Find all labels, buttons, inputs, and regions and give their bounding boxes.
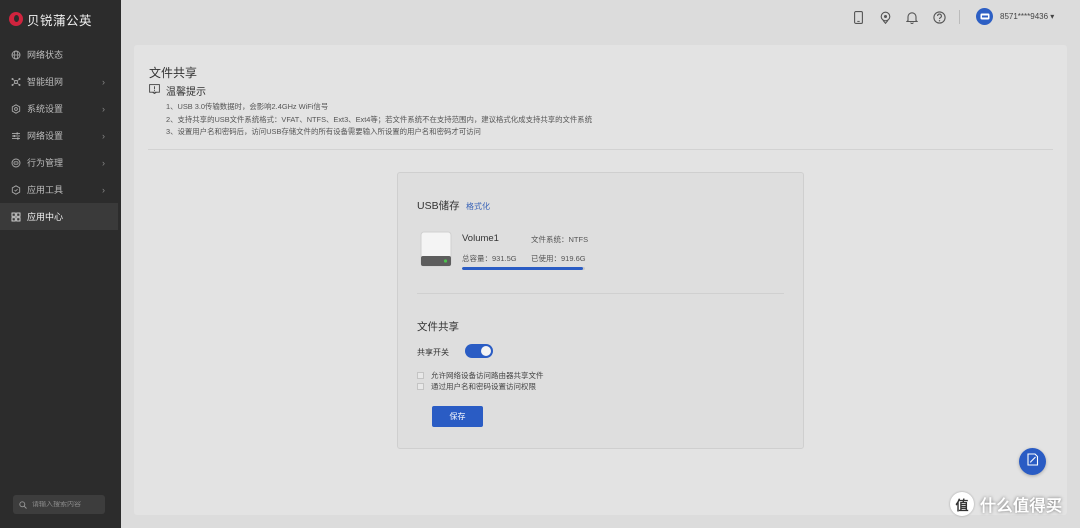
feedback-button[interactable] [1019, 448, 1046, 475]
sidebar-search[interactable] [13, 495, 105, 514]
chevron-right-icon: › [102, 77, 105, 87]
network-icon [11, 77, 21, 87]
username-dropdown[interactable]: 8571****9436 ▾ [1000, 12, 1054, 21]
help-icon[interactable] [932, 10, 946, 24]
tip-header: 温馨提示 [149, 83, 206, 98]
section-divider [148, 149, 1053, 150]
used-capacity: 已使用：919.6G [531, 254, 586, 263]
hard-drive-icon [420, 231, 452, 267]
topbar: 8571****9436 ▾ [121, 0, 1080, 34]
sidebar-item-label: 网络状态 [27, 50, 64, 60]
sidebar-item-system-settings[interactable]: 系统设置 › [0, 95, 118, 122]
option-label: 通过用户名和密码设置访问权限 [431, 382, 536, 391]
brand-name: 贝锐蒲公英 [27, 13, 93, 28]
sidebar-item-label: 智能组网 [27, 77, 64, 87]
save-button[interactable]: 保存 [432, 406, 483, 427]
sidebar-item-label: 系统设置 [27, 104, 64, 114]
page-title: 文件共享 [149, 66, 198, 80]
sidebar-item-label: 应用中心 [27, 212, 64, 222]
card-divider [417, 293, 784, 294]
sidebar-item-label: 应用工具 [27, 185, 64, 195]
watermark-logo: 值 [950, 492, 974, 516]
tip-title: 温馨提示 [166, 87, 206, 98]
chevron-right-icon: › [102, 158, 105, 168]
option-label: 允许网络设备访问路由器共享文件 [431, 371, 544, 380]
topbar-divider [959, 10, 960, 24]
volume-name: Volume1 [462, 233, 499, 244]
main-panel: 文件共享 温馨提示 1、USB 3.0传输数据时，会影响2.4GHz WiFi信… [134, 45, 1067, 515]
gear-icon [11, 103, 21, 114]
sidebar-nav: 网络状态 智能组网 › 系统设置 › 网络设置 › 行为管理 › 应用工具 › … [0, 41, 121, 230]
tip-list: 1、USB 3.0传输数据时，会影响2.4GHz WiFi信号 2、支持共享的U… [166, 101, 592, 139]
usb-storage-title: USB储存 [417, 200, 460, 212]
shield-icon [11, 184, 21, 195]
sidebar-item-smart-network[interactable]: 智能组网 › [0, 68, 118, 95]
chevron-right-icon: › [102, 131, 105, 141]
watermark-text: 什么值得买 [980, 498, 1063, 515]
toggle-knob [481, 346, 491, 356]
checkbox[interactable] [417, 372, 424, 379]
avatar[interactable] [976, 8, 993, 25]
behavior-icon [11, 158, 21, 168]
sidebar-item-network-status[interactable]: 网络状态 [0, 41, 118, 68]
usage-progress-fill [462, 267, 584, 270]
total-capacity: 总容量：931.5G [462, 254, 517, 263]
sidebar-item-label: 行为管理 [27, 158, 64, 168]
sidebar-item-app-tools[interactable]: 应用工具 › [0, 176, 118, 203]
tip-item: 3、设置用户名和密码后，访问USB存储文件的所有设备需要输入所设置的用户名和密码… [166, 127, 481, 136]
location-icon[interactable] [878, 10, 892, 24]
phone-icon[interactable] [851, 10, 865, 24]
sidebar: 贝锐蒲公英 网络状态 智能组网 › 系统设置 › 网络设置 › 行为管理 › 应… [0, 0, 121, 528]
chevron-right-icon: › [102, 185, 105, 195]
sidebar-item-behavior-management[interactable]: 行为管理 › [0, 149, 118, 176]
tip-item: 1、USB 3.0传输数据时，会影响2.4GHz WiFi信号 [166, 102, 329, 111]
globe-icon [11, 50, 21, 60]
chevron-right-icon: › [102, 104, 105, 114]
usage-progress-bar [462, 267, 585, 270]
search-input[interactable] [32, 501, 102, 508]
filesystem-label: 文件系统：NTFS [531, 235, 589, 244]
apps-icon [11, 212, 21, 222]
share-toggle[interactable] [465, 344, 493, 358]
usb-share-card: USB储存 格式化 Volume1 文件系统：NTFS 总容量：931.5G 已… [397, 172, 804, 449]
watermark: 值 什么值得买 [950, 492, 1063, 516]
edit-note-icon [1026, 452, 1039, 471]
option-row-network-access[interactable]: 允许网络设备访问路由器共享文件 [417, 370, 544, 381]
sidebar-item-label: 网络设置 [27, 131, 64, 141]
option-row-auth[interactable]: 通过用户名和密码设置访问权限 [417, 381, 536, 392]
search-icon [19, 496, 27, 514]
sliders-icon [11, 131, 21, 141]
brand[interactable]: 贝锐蒲公英 [0, 0, 121, 38]
sidebar-item-app-center[interactable]: 应用中心 [0, 203, 118, 230]
tip-item: 2、支持共享的USB文件系统格式：VFAT、NTFS、Ext3、Ext4等；若文… [166, 114, 593, 124]
info-icon [149, 84, 160, 97]
bell-icon[interactable] [905, 10, 919, 24]
file-share-title: 文件共享 [417, 321, 459, 333]
share-toggle-label: 共享开关 [417, 348, 449, 357]
checkbox[interactable] [417, 383, 424, 390]
format-link[interactable]: 格式化 [466, 201, 490, 212]
sidebar-item-network-settings[interactable]: 网络设置 › [0, 122, 118, 149]
brand-logo-icon [9, 12, 23, 26]
